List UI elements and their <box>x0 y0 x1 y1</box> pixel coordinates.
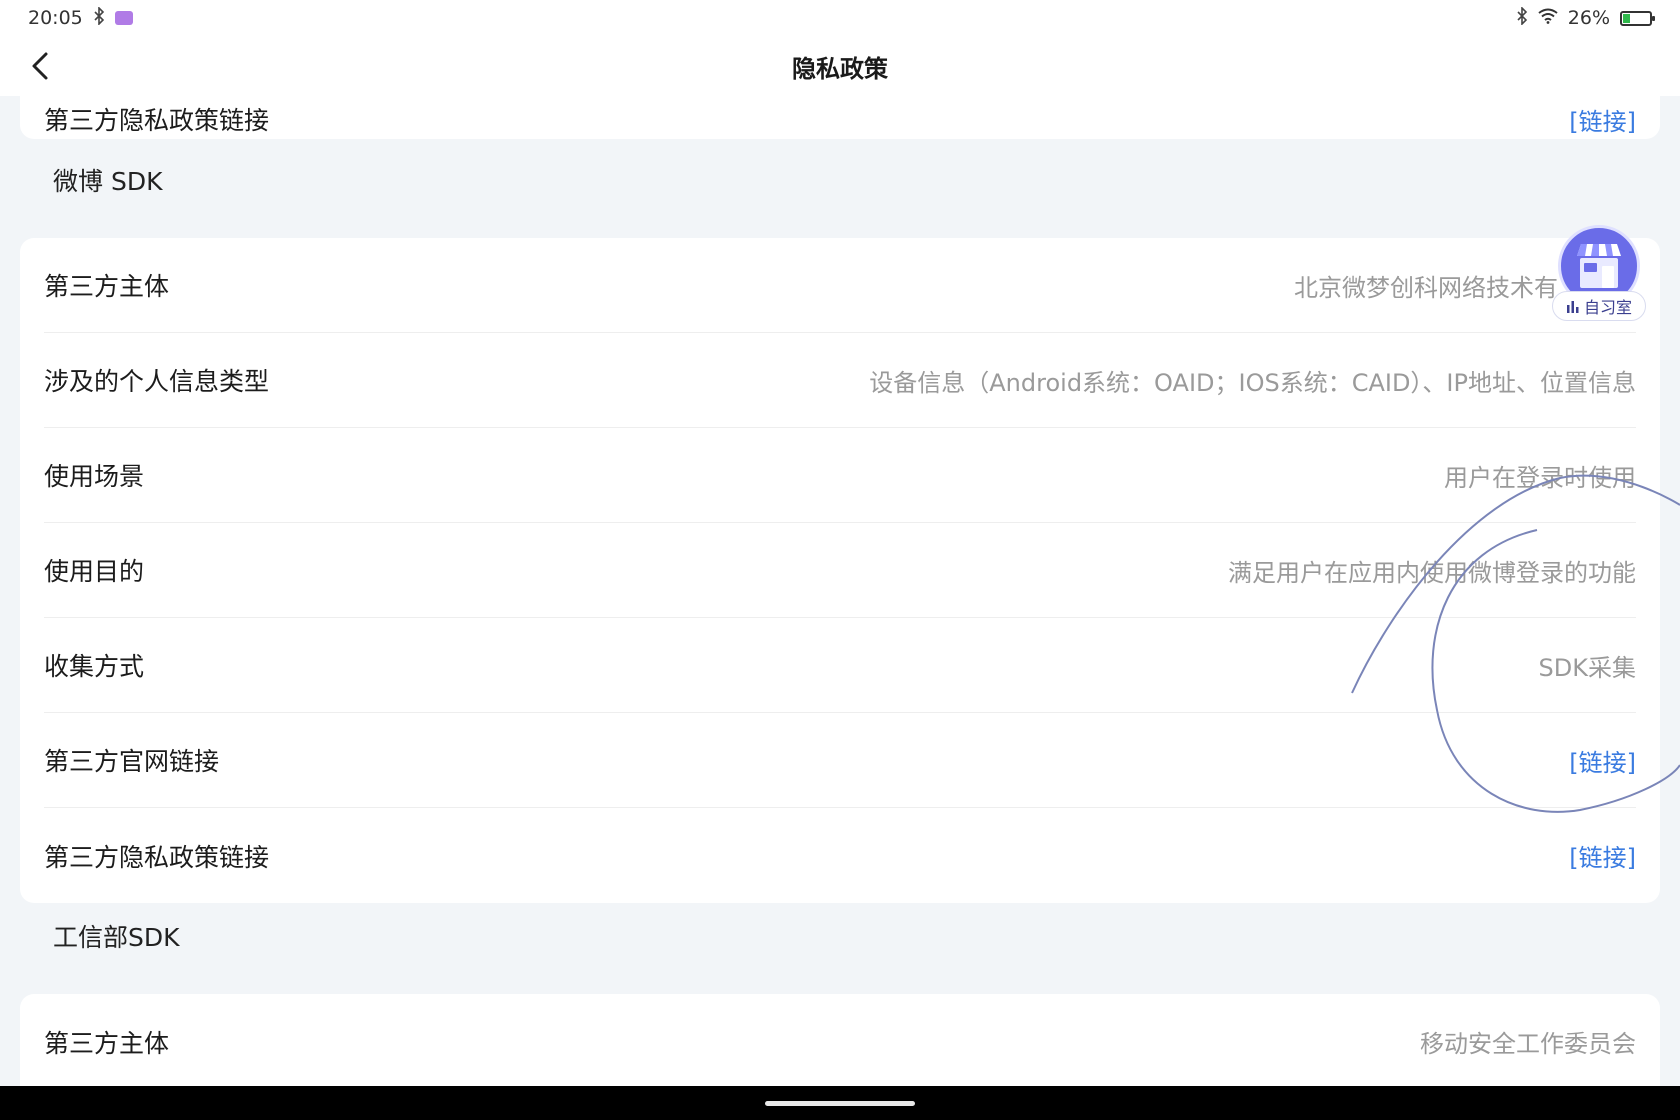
section-title: 微博 SDK <box>53 167 163 196</box>
bar-chart-icon <box>1566 301 1579 313</box>
content-scroll[interactable]: 第三方隐私政策链接 [链接] 微博 SDK 第三方主体 北京微梦创科网络技术有 … <box>0 96 1680 1086</box>
row-label: 收集方式 <box>44 652 145 681</box>
status-right: 26% <box>1516 5 1655 30</box>
back-button[interactable] <box>22 48 58 84</box>
row-value: SDK采集 <box>1538 653 1636 682</box>
list-item: 第三方官网链接 [链接] <box>44 713 1636 808</box>
row-label: 第三方主体 <box>44 272 170 301</box>
list-item: 第三方隐私政策链接 [链接] <box>44 96 1636 139</box>
row-value: 满足用户在应用内使用微博登录的功能 <box>1228 558 1636 587</box>
widget-badge: 自习室 <box>1552 291 1646 321</box>
bluetooth-icon <box>1516 5 1528 30</box>
gesture-bar-area <box>0 1086 1680 1120</box>
status-left: 20:05 <box>28 5 133 30</box>
page-title: 隐私政策 <box>792 54 888 83</box>
list-item: 使用目的 满足用户在应用内使用微博登录的功能 <box>44 523 1636 618</box>
battery-fill <box>1623 13 1631 23</box>
status-time: 20:05 <box>28 7 83 29</box>
row-label: 第三方隐私政策链接 <box>44 842 270 872</box>
row-link[interactable]: [链接] <box>1569 102 1636 137</box>
wifi-icon <box>1538 7 1558 29</box>
row-label: 涉及的个人信息类型 <box>44 367 270 396</box>
study-room-widget[interactable]: 自习室 <box>1552 225 1646 325</box>
row-value: 设备信息（Android系统：OAID；IOS系统：CAID）、IP地址、位置信… <box>869 368 1636 397</box>
list-item: 第三方主体 北京微梦创科网络技术有 <box>44 238 1636 333</box>
widget-label: 自习室 <box>1583 298 1632 317</box>
list-item: 第三方主体 移动安全工作委员会 <box>44 994 1636 1086</box>
privacy-policy-link[interactable]: [链接] <box>1569 838 1636 873</box>
list-item: 使用场景 用户在登录时使用 <box>44 428 1636 523</box>
row-label: 使用目的 <box>44 557 145 586</box>
row-label: 第三方官网链接 <box>44 747 220 776</box>
bluetooth-icon <box>93 5 105 30</box>
nav-bar: 隐私政策 <box>0 36 1680 96</box>
row-value: 北京微梦创科网络技术有 <box>1294 273 1558 302</box>
official-site-link[interactable]: [链接] <box>1569 743 1636 778</box>
previous-sdk-card: 第三方隐私政策链接 [链接] <box>20 96 1660 139</box>
list-item: 涉及的个人信息类型 设备信息（Android系统：OAID；IOS系统：CAID… <box>44 333 1636 428</box>
battery-icon <box>1620 10 1655 26</box>
row-value: 移动安全工作委员会 <box>1420 1030 1636 1058</box>
row-label: 使用场景 <box>44 462 145 491</box>
miit-sdk-card: 第三方主体 移动安全工作委员会 <box>20 994 1660 1086</box>
row-value: 用户在登录时使用 <box>1444 463 1636 492</box>
screen-record-icon <box>114 11 133 25</box>
section-title: 工信部SDK <box>53 923 180 952</box>
list-item: 收集方式 SDK采集 <box>44 618 1636 713</box>
chevron-left-icon <box>32 52 48 80</box>
weibo-sdk-card: 第三方主体 北京微梦创科网络技术有 涉及的个人信息类型 设备信息（Android… <box>20 238 1660 903</box>
row-label: 第三方主体 <box>44 1028 170 1058</box>
list-item: 第三方隐私政策链接 [链接] <box>44 808 1636 903</box>
battery-percent: 26% <box>1567 7 1610 29</box>
home-indicator[interactable] <box>765 1101 915 1106</box>
row-label: 第三方隐私政策链接 <box>44 106 270 135</box>
status-bar: 20:05 26% <box>0 0 1680 36</box>
